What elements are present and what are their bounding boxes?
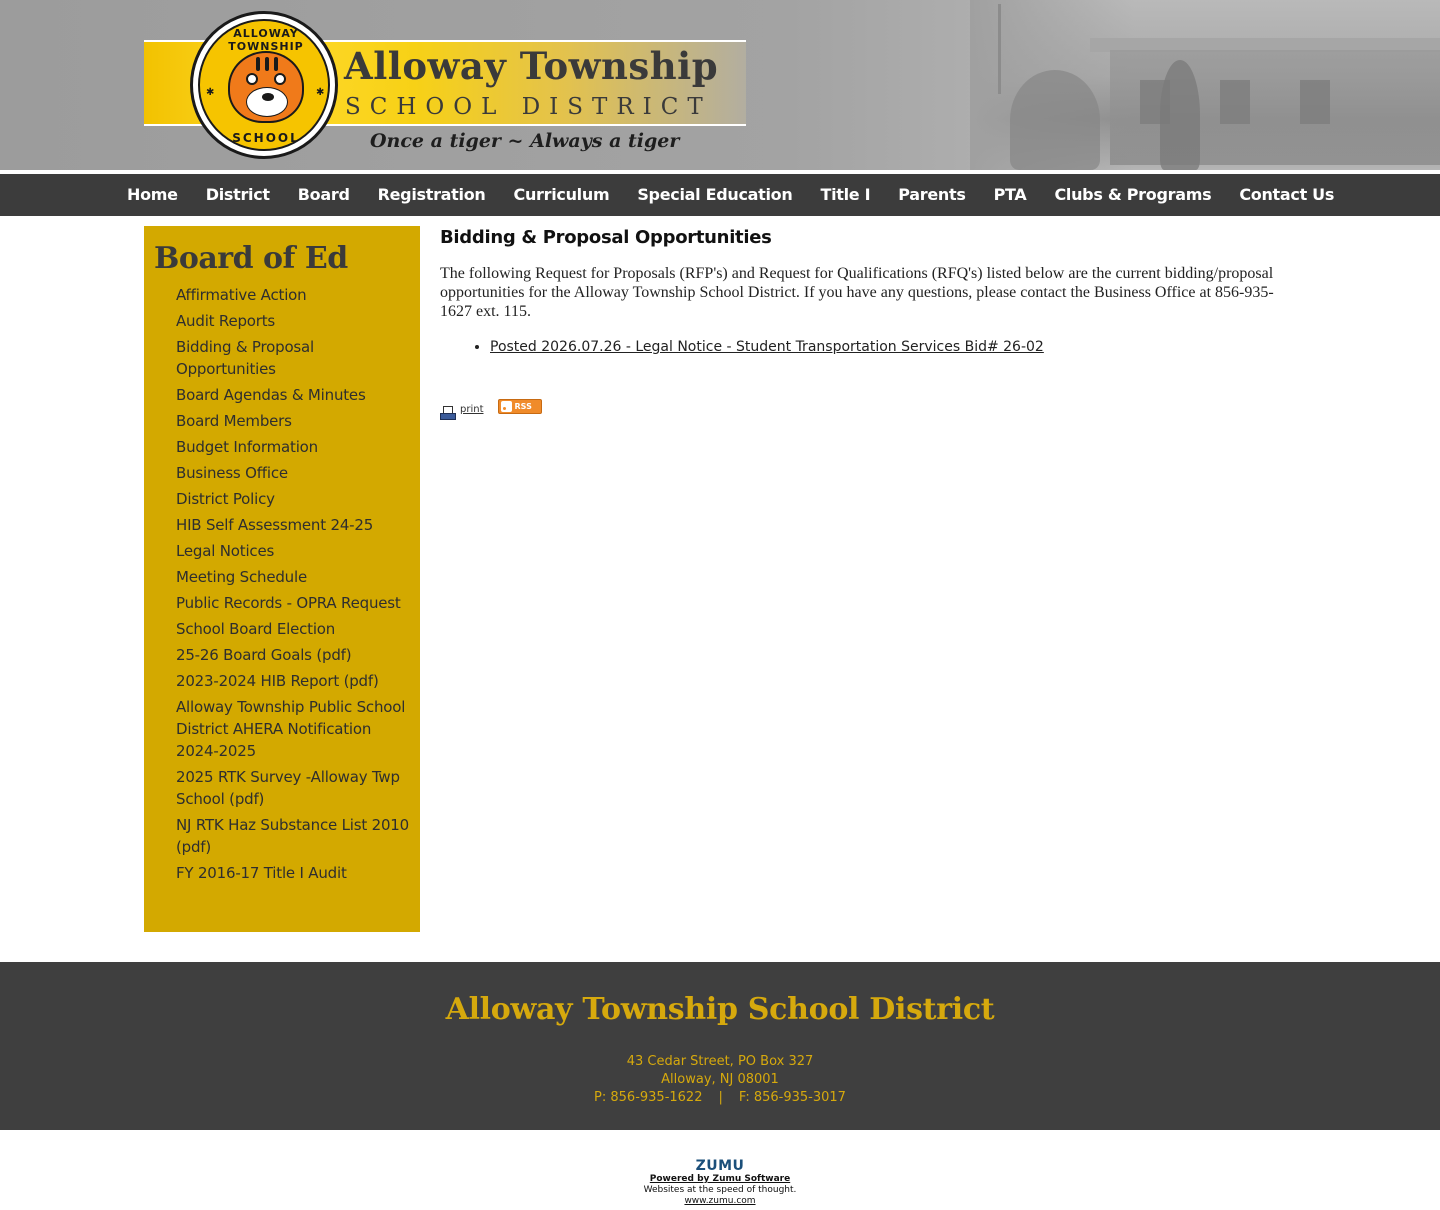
district-subtitle: SCHOOL DISTRICT — [345, 94, 712, 120]
footer-address-1: 43 Cedar Street, PO Box 327 — [626, 1054, 814, 1069]
main-content: Bidding & Proposal Opportunities The fol… — [440, 226, 1280, 420]
tiger-stripe — [274, 57, 278, 71]
sidebar-item-bidding-proposal[interactable]: Bidding & Proposal Opportunities — [176, 336, 410, 380]
sidebar-item-title-i-audit[interactable]: FY 2016-17 Title I Audit — [176, 862, 410, 884]
printer-body — [440, 413, 456, 420]
nav-registration[interactable]: Registration — [364, 174, 500, 216]
nav-title-i[interactable]: Title I — [806, 174, 884, 216]
page-title: Bidding & Proposal Opportunities — [440, 227, 772, 248]
tree — [1010, 70, 1100, 170]
nav-board[interactable]: Board — [284, 174, 364, 216]
sidebar-item-board-goals[interactable]: 25-26 Board Goals (pdf) — [176, 644, 410, 666]
sidebar-item-hib-report[interactable]: 2023-2024 HIB Report (pdf) — [176, 670, 410, 692]
school-building-photo — [970, 0, 1440, 170]
nav-pta[interactable]: PTA — [980, 174, 1041, 216]
footer-fax: F: 856-935-3017 — [738, 1090, 846, 1105]
footer-district-name: Alloway Township School District — [445, 992, 995, 1027]
list-item: Posted 2026.07.26 - Legal Notice - Stude… — [490, 337, 1280, 357]
rss-label: RSS — [514, 402, 532, 411]
tree — [1160, 60, 1200, 170]
tiger-stripe — [256, 57, 260, 71]
nav-special-education[interactable]: Special Education — [623, 174, 806, 216]
sidebar-item-rtk-haz-list[interactable]: NJ RTK Haz Substance List 2010 (pdf) — [176, 814, 410, 858]
nav-clubs-programs[interactable]: Clubs & Programs — [1040, 174, 1225, 216]
powered-by-link[interactable]: Powered by Zumu Software — [0, 1174, 1440, 1185]
sidebar-item-district-policy[interactable]: District Policy — [176, 488, 410, 510]
site-header: Alloway Township SCHOOL DISTRICT Once a … — [0, 0, 1440, 170]
district-title: Alloway Township — [344, 44, 719, 88]
nav-district[interactable]: District — [192, 174, 284, 216]
powered-tagline: Websites at the speed of thought. — [643, 1185, 797, 1195]
sidebar-menu: Affirmative Action Audit Reports Bidding… — [154, 284, 410, 884]
sidebar: Board of Ed Affirmative Action Audit Rep… — [144, 226, 420, 932]
powered-by: ZUMU Powered by Zumu Software Websites a… — [0, 1158, 1440, 1207]
tiger-face-icon — [228, 51, 304, 123]
footer-separator: | — [718, 1090, 723, 1105]
tiger-muzzle — [246, 87, 288, 117]
sidebar-item-board-agendas[interactable]: Board Agendas & Minutes — [176, 384, 410, 406]
sidebar-item-rtk-survey[interactable]: 2025 RTK Survey -Alloway Twp School (pdf… — [176, 766, 410, 810]
rss-icon — [500, 401, 512, 412]
nav-contact-us[interactable]: Contact Us — [1225, 174, 1348, 216]
zumu-url-link[interactable]: www.zumu.com — [0, 1196, 1440, 1207]
tiger-stripe — [265, 57, 269, 71]
paw-icon: ✱ — [206, 87, 215, 98]
intro-paragraph: The following Request for Proposals (RFP… — [440, 265, 1274, 320]
tiger-eye — [246, 73, 258, 85]
tiger-nose — [262, 93, 274, 101]
sidebar-item-business-office[interactable]: Business Office — [176, 462, 410, 484]
paw-icon: ✱ — [316, 87, 325, 98]
nav-home[interactable]: Home — [113, 174, 192, 216]
page-tools: print RSS — [440, 398, 542, 422]
footer-address-2: Alloway, NJ 08001 — [661, 1072, 779, 1087]
rss-button[interactable]: RSS — [497, 399, 542, 414]
opportunity-link[interactable]: Posted 2026.07.26 - Legal Notice - Stude… — [490, 339, 1044, 355]
building-window — [1300, 80, 1330, 124]
building-window — [1220, 80, 1250, 124]
sidebar-item-meeting-schedule[interactable]: Meeting Schedule — [176, 566, 410, 588]
footer-contact: P: 856-935-1622 | F: 856-935-3017 — [0, 1089, 1440, 1107]
main-nav: Home District Board Registration Curricu… — [0, 174, 1440, 216]
tiger-eye — [274, 73, 286, 85]
nav-parents[interactable]: Parents — [884, 174, 979, 216]
zumu-logo-icon[interactable]: ZUMU — [0, 1158, 1440, 1174]
print-link[interactable]: print — [460, 404, 484, 415]
flag-pole — [998, 4, 1001, 94]
sidebar-title: Board of Ed — [154, 241, 348, 276]
sidebar-item-school-board-election[interactable]: School Board Election — [176, 618, 410, 640]
tiger-logo-icon[interactable]: ALLOWAY TOWNSHIP ✱ ✱ SCHOOL — [190, 11, 338, 159]
logo-badge: ALLOWAY TOWNSHIP ✱ ✱ SCHOOL — [198, 19, 330, 151]
footer-phone[interactable]: P: 856-935-1622 — [594, 1090, 702, 1105]
sidebar-item-affirmative-action[interactable]: Affirmative Action — [176, 284, 410, 306]
logo-top-text: ALLOWAY TOWNSHIP — [228, 27, 304, 53]
sidebar-item-audit-reports[interactable]: Audit Reports — [176, 310, 410, 332]
sidebar-item-ahera-notification[interactable]: Alloway Township Public School District … — [176, 696, 410, 762]
sidebar-item-public-records[interactable]: Public Records - OPRA Request — [176, 592, 410, 614]
sidebar-item-board-members[interactable]: Board Members — [176, 410, 410, 432]
site-footer: Alloway Township School District 43 Ceda… — [0, 962, 1440, 1130]
printer-icon[interactable] — [440, 406, 456, 422]
district-tagline: Once a tiger ~ Always a tiger — [370, 130, 680, 152]
logo-bottom-text: SCHOOL — [232, 131, 300, 145]
nav-curriculum[interactable]: Curriculum — [500, 174, 624, 216]
sidebar-item-hib-self-assessment[interactable]: HIB Self Assessment 24-25 — [176, 514, 410, 536]
sidebar-item-budget[interactable]: Budget Information — [176, 436, 410, 458]
opportunity-list: Posted 2026.07.26 - Legal Notice - Stude… — [440, 337, 1280, 357]
sidebar-item-legal-notices[interactable]: Legal Notices — [176, 540, 410, 562]
